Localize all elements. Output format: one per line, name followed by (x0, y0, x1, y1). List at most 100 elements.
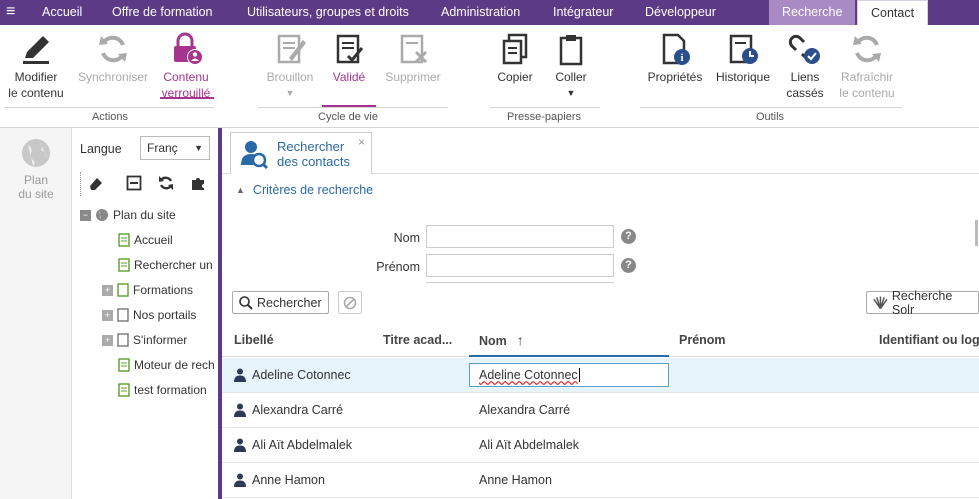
modify-label-2: le contenu (8, 86, 64, 100)
sync-button[interactable]: Synchroniser (74, 32, 152, 85)
menu-accueil[interactable]: Accueil (42, 0, 82, 25)
search-button[interactable]: Rechercher (232, 291, 329, 314)
tree-item-moteur[interactable]: Moteur de rech (118, 355, 215, 375)
draft-chevron-down-icon[interactable]: ▼ (260, 85, 320, 101)
tab-search-contacts[interactable]: Rechercher des contacts × (230, 132, 372, 175)
tree-item-label: S'informer (133, 333, 188, 347)
help-icon[interactable]: ? (621, 229, 636, 244)
table-row[interactable]: Adeline Cotonnec Adeline Cotonnec (222, 358, 979, 393)
expand-icon[interactable]: + (102, 334, 113, 346)
locked-content-button[interactable]: Contenu verrouillé (156, 32, 216, 101)
menu-integrateur[interactable]: Intégrateur (553, 0, 613, 25)
cell-nom-edit-value: Adeline Cotonnec (479, 368, 578, 382)
table-row[interactable]: Anne Hamon Anne Hamon (222, 463, 979, 498)
nom-inline-editor[interactable]: Adeline Cotonnec (469, 363, 669, 387)
tree-item-test-formation[interactable]: test formation (118, 380, 207, 400)
modify-content-button[interactable]: Modifier le contenu (4, 32, 68, 101)
menu-utilisateurs[interactable]: Utilisateurs, groupes et droits (247, 0, 409, 25)
delete-icon (400, 34, 428, 64)
column-header-titre[interactable]: Titre acad... (383, 333, 452, 347)
scrollbar-thumb[interactable] (975, 220, 978, 246)
tab-title-line-2: des contacts (277, 154, 350, 169)
menu-developpeur[interactable]: Développeur (645, 0, 716, 25)
reset-button[interactable] (338, 291, 362, 314)
hamburger-menu-icon[interactable]: ≡ (6, 0, 15, 25)
column-header-prenom[interactable]: Prénom (679, 333, 726, 347)
group-label-clipboard: Presse-papiers (507, 111, 581, 123)
tree-item-formations[interactable]: + Formations (102, 280, 193, 300)
close-tab-icon[interactable]: × (358, 135, 365, 149)
cancel-circle-icon (343, 296, 357, 309)
refresh-tree-icon[interactable] (158, 175, 174, 191)
tree-item-label: Rechercher un (134, 258, 213, 272)
cell-nom: Ali Aït Abdelmalek (479, 438, 580, 452)
menu-offre-formation[interactable]: Offre de formation (112, 0, 213, 25)
criteria-toggle[interactable]: ▲ Critères de recherche (236, 183, 373, 197)
history-button[interactable]: Historique (712, 32, 774, 85)
language-select[interactable]: Franç ▼ (140, 136, 210, 160)
draft-icon (277, 34, 306, 64)
tree-item-nos-portails[interactable]: + Nos portails (102, 305, 196, 325)
sitemap-tree-panel: Langue Franç ▼ − Plan du site Accueil Re… (72, 128, 220, 499)
copy-button[interactable]: Copier (494, 32, 536, 85)
paste-button[interactable]: Coller ▼ (550, 32, 592, 101)
refresh-content-button[interactable]: Rafraîchir le contenu (834, 32, 900, 101)
page-grey-icon (117, 333, 129, 347)
tab-contact[interactable]: Contact (857, 0, 929, 25)
paste-label: Coller (555, 70, 587, 84)
paste-chevron-down-icon[interactable]: ▼ (550, 85, 592, 101)
validated-button[interactable]: Validé (322, 32, 376, 85)
clipboard-icon (559, 35, 583, 66)
eraser-icon[interactable] (88, 175, 104, 191)
delete-label: Supprimer (385, 70, 441, 84)
copy-icon (502, 33, 528, 65)
broken-links-button[interactable]: Liens cassés (780, 32, 830, 101)
collapse-icon[interactable]: − (80, 209, 91, 221)
cell-libelle: Anne Hamon (252, 473, 325, 487)
expand-icon[interactable]: + (102, 284, 113, 296)
history-icon (729, 34, 758, 64)
column-header-nom[interactable]: Nom ↑ (479, 332, 524, 348)
puzzle-icon[interactable] (190, 175, 206, 191)
draft-button[interactable]: Brouillon ▼ (260, 32, 320, 101)
help-icon[interactable]: ? (621, 258, 636, 273)
cell-nom: Alexandra Carré (479, 403, 571, 417)
menu-administration[interactable]: Administration (441, 0, 520, 25)
sitemap-label-2: du site (18, 187, 54, 201)
tree-item-sinformer[interactable]: + S'informer (102, 330, 187, 350)
solr-search-button[interactable]: Recherche Solr (866, 289, 979, 317)
prenom-input[interactable] (426, 254, 614, 277)
top-menu-bar: ≡ Accueil Offre de formation Utilisateur… (0, 0, 979, 25)
column-header-identifiant[interactable]: Identifiant ou log (879, 333, 979, 347)
tab-recherche[interactable]: Recherche (769, 0, 856, 25)
person-icon (234, 473, 246, 487)
properties-icon: i (662, 33, 690, 65)
sitemap-nav-button[interactable]: Plan du site (6, 136, 66, 201)
expand-icon[interactable]: + (102, 309, 113, 321)
sync-label: Synchroniser (77, 70, 149, 84)
group-separator-actions (4, 107, 214, 108)
person-icon (234, 403, 246, 417)
tree-item-accueil[interactable]: Accueil (118, 230, 173, 250)
page-green-icon (118, 358, 130, 372)
properties-button[interactable]: i Propriétés (644, 32, 706, 85)
group-separator-lifecycle (258, 107, 448, 108)
prenom-label: Prénom (376, 260, 420, 274)
nom-input[interactable] (426, 225, 614, 248)
sorted-column-indicator (469, 355, 669, 357)
person-icon (234, 438, 246, 452)
collapse-all-icon[interactable] (126, 175, 142, 191)
refresh-icon (853, 35, 881, 63)
tree-item-rechercher[interactable]: Rechercher un (118, 255, 213, 275)
delete-button[interactable]: Supprimer (380, 32, 446, 85)
svg-text:i: i (680, 52, 683, 64)
cell-nom: Anne Hamon (479, 473, 552, 487)
table-row[interactable]: Ali Aït Abdelmalek Ali Aït Abdelmalek (222, 428, 979, 463)
contact-search-icon (241, 141, 269, 169)
table-row[interactable]: Alexandra Carré Alexandra Carré (222, 393, 979, 428)
tree-root-node[interactable]: − Plan du site (80, 205, 176, 225)
magnifier-icon (239, 295, 253, 310)
column-header-libelle[interactable]: Libellé (234, 333, 274, 347)
properties-label: Propriétés (647, 70, 703, 84)
history-label: Historique (715, 70, 771, 84)
